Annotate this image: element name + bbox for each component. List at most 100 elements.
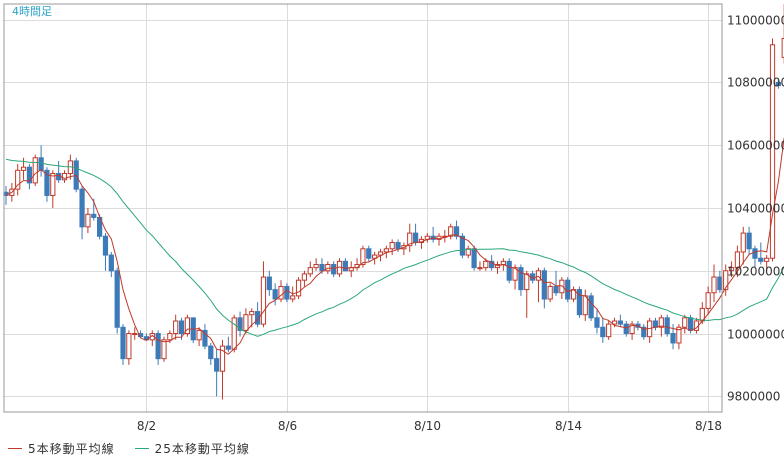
candle-body-down xyxy=(752,248,758,259)
candle xyxy=(32,154,38,187)
candle-body-up xyxy=(161,339,167,360)
candle-body-up xyxy=(313,263,319,269)
legend-item-ma25: 25本移動平均線 xyxy=(134,440,250,457)
candle-body-down xyxy=(331,263,337,275)
candle-body-down xyxy=(395,242,401,250)
candle xyxy=(506,258,512,284)
y-tick-label: 10000000 xyxy=(727,328,784,342)
legend-swatch-ma5 xyxy=(8,447,22,449)
x-tick-label: 8/2 xyxy=(137,419,156,433)
candle-body-up xyxy=(295,279,302,297)
candle-body-down xyxy=(506,260,512,281)
x-tick-label: 8/6 xyxy=(278,419,297,433)
candle-body-up xyxy=(196,329,202,341)
candle-body-up xyxy=(132,333,138,336)
candle-body-down xyxy=(588,295,594,319)
candle-body-down xyxy=(553,285,559,294)
candle-body-down xyxy=(687,317,694,331)
candle-body-up xyxy=(711,276,717,294)
candle-body-down xyxy=(670,333,676,344)
candle-body-up xyxy=(606,323,612,338)
candle-body-up xyxy=(483,260,489,269)
y-tick-label: 11000000 xyxy=(727,14,784,28)
candle-body-up xyxy=(290,295,296,300)
candle xyxy=(295,277,302,300)
candle-body-up xyxy=(173,320,179,335)
candle-body-up xyxy=(249,311,255,316)
candle-body-up xyxy=(682,317,688,328)
candle-body-down xyxy=(471,248,477,269)
candle-body-down xyxy=(594,317,600,328)
chart-title: 4時間足 xyxy=(12,5,52,18)
candle-body-down xyxy=(746,232,752,250)
candle-body-down xyxy=(79,188,85,228)
candle-body-up xyxy=(764,257,770,262)
candle-body-down xyxy=(102,235,109,256)
y-tick-label: 10800000 xyxy=(727,76,784,90)
candle-body-down xyxy=(623,323,629,335)
candle-body-up xyxy=(383,248,389,253)
candle-body-down xyxy=(664,317,670,335)
candle-body-up xyxy=(85,213,91,228)
candle-body-down xyxy=(208,345,214,360)
legend-label-ma25: 25本移動平均線 xyxy=(154,441,250,456)
candle-body-down xyxy=(758,257,764,262)
candle-body-up xyxy=(524,273,530,291)
y-tick-label: 10600000 xyxy=(727,139,784,153)
candle-body-down xyxy=(319,263,325,272)
candle-body-down xyxy=(518,267,524,291)
candle-body-down xyxy=(108,254,114,272)
legend-label-ma5: 5本移動平均線 xyxy=(28,441,115,456)
candle xyxy=(284,283,290,303)
candle-body-up xyxy=(389,242,395,250)
y-tick-label: 10400000 xyxy=(727,202,784,216)
candle-body-up xyxy=(582,295,588,316)
candle-body-down xyxy=(412,232,419,244)
candle xyxy=(576,286,583,318)
candle-body-down xyxy=(652,320,659,328)
candle-body-down xyxy=(272,289,278,300)
candle-body-up xyxy=(167,333,173,341)
x-tick-label: 8/10 xyxy=(414,419,441,433)
candle-body-down xyxy=(178,320,185,335)
candle-body-down xyxy=(38,157,44,171)
candle-body-up xyxy=(307,267,313,275)
candle-body-up xyxy=(301,273,308,281)
candle xyxy=(606,320,612,340)
candle-body-down xyxy=(284,285,290,300)
legend-item-ma5: 5本移動平均線 xyxy=(8,440,115,457)
candle-body-down xyxy=(114,270,120,328)
candle xyxy=(664,314,670,337)
candle-body-up xyxy=(32,157,38,184)
candle-body-down xyxy=(225,345,231,350)
candle-body-down xyxy=(266,276,272,291)
candle-body-up xyxy=(20,166,27,171)
candle-body-down xyxy=(342,260,348,272)
candle-body-up xyxy=(325,263,331,272)
candle-body-down xyxy=(91,213,97,218)
candle-body-up xyxy=(243,314,249,331)
y-tick-label: 9800000 xyxy=(727,390,780,404)
candle-body-down xyxy=(541,270,547,300)
y-tick-label: 10200000 xyxy=(727,265,784,279)
candle-body-up xyxy=(477,267,483,270)
candle-body-down xyxy=(366,248,372,259)
candle-body-up xyxy=(260,276,267,325)
candle-body-up xyxy=(231,317,237,350)
candlestick-chart: 9800000 10000000 10200000 10400000 10600000 1… xyxy=(0,0,784,462)
candle-body-up xyxy=(547,285,553,300)
legend-swatch-ma25 xyxy=(134,447,149,449)
candle xyxy=(588,292,594,321)
candle-body-up xyxy=(740,232,746,253)
candle xyxy=(190,317,196,343)
candle-body-down xyxy=(600,326,606,338)
candle-body-up xyxy=(50,172,56,196)
x-tick-label: 8/18 xyxy=(695,419,722,433)
candle-body-down xyxy=(717,276,723,291)
candle-body-up xyxy=(126,333,132,360)
candle-body-up xyxy=(535,270,542,281)
x-tick-label: 8/14 xyxy=(555,419,582,433)
candle-body-down xyxy=(617,320,623,325)
candle xyxy=(114,267,120,334)
candle-body-down xyxy=(214,358,220,372)
